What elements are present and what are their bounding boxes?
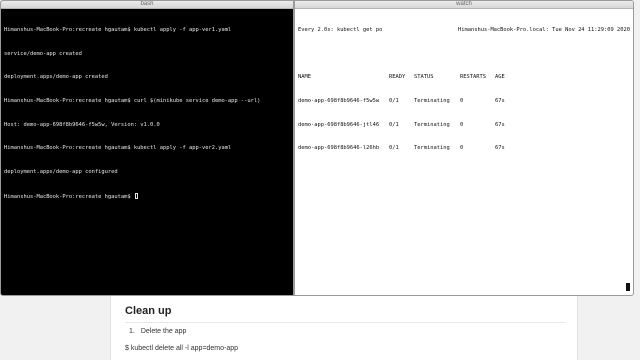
- pod-status: Terminating: [414, 121, 450, 128]
- terminal-line: deployment.apps/demo-app configured: [4, 169, 118, 176]
- terminal-line: deployment.apps/demo-app created: [4, 74, 108, 81]
- table-row: demo-app-698f8b9646-f5w5w 0/1 Terminatin…: [298, 98, 630, 106]
- pod-name: demo-app-698f8b9646-jtl46: [298, 121, 380, 128]
- pod-restarts: 0: [460, 121, 464, 128]
- terminal-prompt-line[interactable]: Himanshus-MacBook-Pro:recreate hgautam$: [4, 192, 290, 201]
- terminal-output[interactable]: Every 2.0s: kubectl get po Himanshus-Mac…: [295, 9, 633, 171]
- list-item-text: Delete the app: [140, 328, 187, 335]
- terminal-line: Himanshus-MacBook-Pro:recreate hgautam$ …: [4, 145, 232, 152]
- pod-age: 67s: [495, 121, 505, 128]
- terminal-line: Host: demo-app-698f8b9646-f5w5w, Version…: [4, 121, 160, 128]
- document-page: Clean up 1. Delete the app $ kubectl dele…: [110, 292, 578, 360]
- title-bar[interactable]: bash: [1, 1, 293, 9]
- pod-ready: 0/1: [389, 145, 399, 152]
- terminal-line: Himanshus-MacBook-Pro:recreate hgautam$ …: [4, 97, 261, 104]
- terminal-output[interactable]: Himanshus-MacBook-Pro:recreate hgautam$ …: [1, 9, 293, 218]
- pod-name: demo-app-698f8b9646-f5w5w: [298, 97, 380, 104]
- scrollbar-knob[interactable]: [626, 283, 630, 291]
- heading-divider: [125, 322, 565, 323]
- pod-name: demo-app-698f8b9646-l26hb: [298, 145, 380, 152]
- watch-header: Every 2.0s: kubectl get po Himanshus-Mac…: [298, 27, 630, 35]
- list-item-number: 1.: [129, 328, 135, 335]
- section-heading: Clean up: [125, 305, 172, 317]
- column-ready: READY: [389, 74, 406, 81]
- terminal-line: Himanshus-MacBook-Pro:recreate hgautam$ …: [4, 26, 232, 33]
- watch-terminal-window[interactable]: watch Every 2.0s: kubectl get po Himansh…: [294, 0, 634, 296]
- list-item: 1. Delete the app: [129, 328, 186, 335]
- text-cursor: [134, 192, 138, 199]
- table-row: demo-app-698f8b9646-jtl46 0/1 Terminatin…: [298, 122, 630, 130]
- column-restarts: RESTARTS: [460, 74, 486, 81]
- pod-ready: 0/1: [389, 97, 399, 104]
- watch-command: Every 2.0s: kubectl get po: [298, 26, 383, 33]
- table-row: demo-app-698f8b9646-l26hb 0/1 Terminatin…: [298, 145, 630, 153]
- window-title: watch: [456, 1, 472, 7]
- table-header: NAME READY STATUS RESTARTS AGE: [298, 74, 630, 82]
- column-name: NAME: [298, 74, 311, 81]
- column-age: AGE: [495, 74, 505, 81]
- pod-age: 67s: [495, 145, 505, 152]
- watch-host-time: Himanshus-MacBook-Pro.local: Tue Nov 24 …: [457, 26, 630, 33]
- pod-ready: 0/1: [389, 121, 399, 128]
- terminal-line: service/demo-app created: [4, 50, 82, 57]
- pod-age: 67s: [495, 97, 505, 104]
- column-status: STATUS: [414, 74, 434, 81]
- prompt-text: Himanshus-MacBook-Pro:recreate hgautam$: [4, 193, 134, 200]
- pod-restarts: 0: [460, 145, 464, 152]
- window-title: bash: [140, 1, 154, 7]
- pod-restarts: 0: [460, 97, 464, 104]
- pod-status: Terminating: [414, 145, 450, 152]
- command-text: $ kubectl delete all -l app=demo-app: [125, 345, 239, 352]
- pod-status: Terminating: [414, 97, 450, 104]
- title-bar[interactable]: watch: [295, 1, 633, 9]
- bash-terminal-window[interactable]: bash Himanshus-MacBook-Pro:recreate hgau…: [0, 0, 294, 296]
